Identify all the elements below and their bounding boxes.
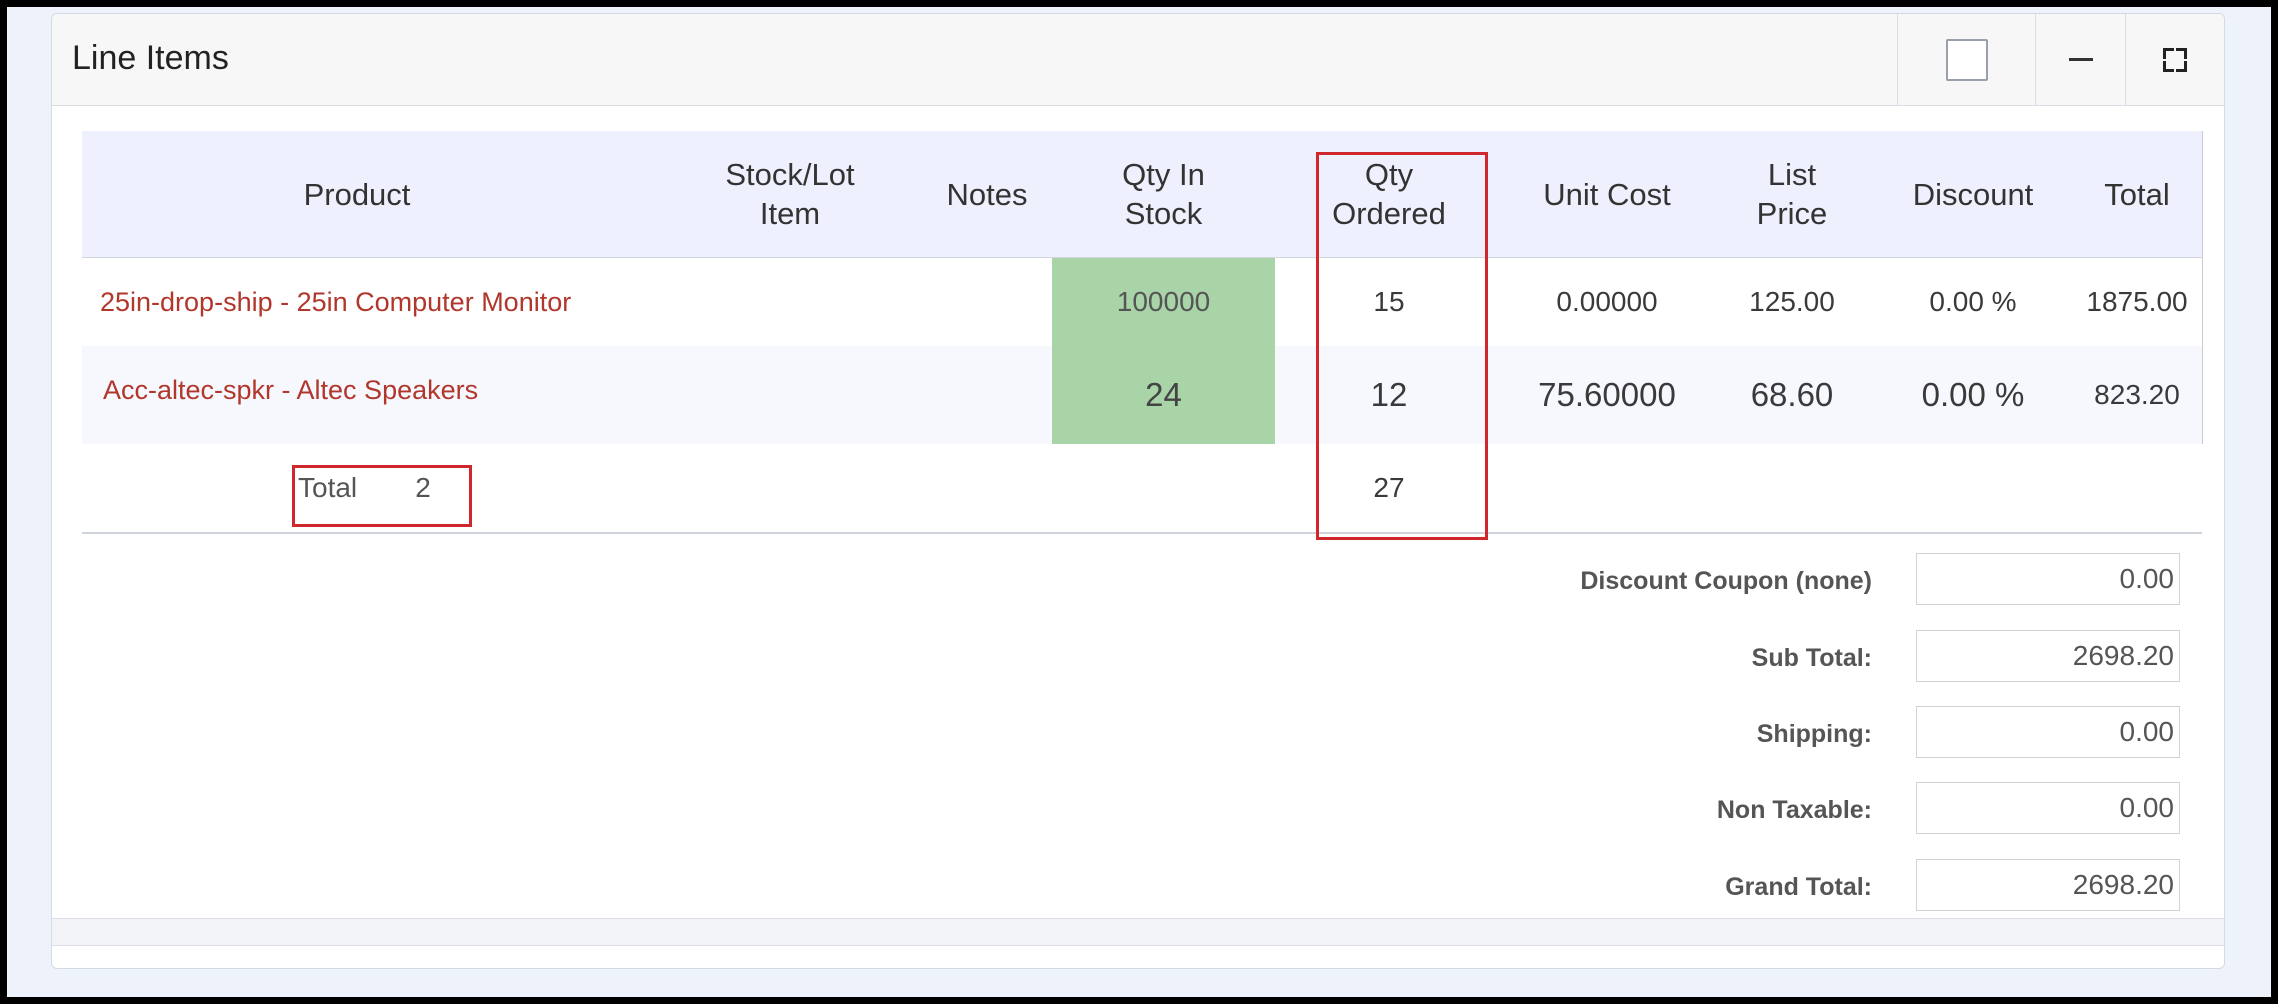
page: Line Items Product Stock/Lot Item Notes …: [7, 7, 2271, 997]
table-row: Acc-altec-spkr - Altec Speakers 24 12 75…: [82, 346, 2203, 444]
line-items-panel: Line Items Product Stock/Lot Item Notes …: [51, 13, 2225, 969]
discount-cell: 0.00 %: [1929, 286, 2017, 317]
select-checkbox[interactable]: [1897, 14, 2036, 105]
discount-cell: 0.00 %: [1921, 376, 2025, 413]
table-divider: [82, 532, 2202, 534]
qty-in-stock-cell: 24: [1052, 346, 1275, 444]
qty-ordered-cell: 15: [1373, 286, 1405, 317]
col-header-stock-lot: Stock/Lot Item: [725, 157, 855, 231]
discount-coupon-label: Discount Coupon (none): [1580, 567, 1872, 595]
col-header-qty-in-stock: Qty In Stock: [1122, 157, 1205, 231]
shipping-label: Shipping:: [1756, 720, 1872, 748]
panel-footer: [52, 918, 2224, 946]
product-link[interactable]: 25in-drop-ship - 25in Computer Monitor: [100, 258, 571, 346]
non-taxable-input[interactable]: [1916, 782, 2180, 834]
list-price-cell: 68.60: [1750, 376, 1834, 413]
totals-count: 2: [415, 472, 431, 503]
col-header-unit-cost: Unit Cost: [1543, 176, 1671, 212]
minimize-icon: [2069, 58, 2093, 61]
unit-cost-cell: 0.00000: [1556, 286, 1658, 317]
grand-total-input[interactable]: [1916, 859, 2180, 911]
discount-coupon-input[interactable]: [1916, 553, 2180, 605]
shipping-input[interactable]: [1916, 706, 2180, 758]
expand-icon: [2163, 47, 2187, 72]
col-header-discount: Discount: [1912, 176, 2034, 212]
qty-in-stock-cell: 100000: [1052, 258, 1275, 346]
totals-row: Total 2 27: [82, 444, 2202, 532]
total-cell: 823.20: [2094, 379, 2180, 410]
sub-total-input[interactable]: [1916, 630, 2180, 682]
totals-qty-ordered: 27: [1373, 472, 1405, 503]
col-header-total: Total: [2104, 176, 2170, 212]
total-cell: 1875.00: [2086, 286, 2188, 317]
table-row: 25in-drop-ship - 25in Computer Monitor 1…: [82, 258, 2203, 346]
sub-total-label: Sub Total:: [1751, 644, 1872, 672]
list-price-cell: 125.00: [1749, 286, 1835, 317]
table-header: Product Stock/Lot Item Notes Qty In Stoc…: [82, 131, 2203, 258]
panel-header: Line Items: [52, 14, 2224, 106]
checkbox-icon: [1946, 38, 1988, 81]
minimize-button[interactable]: [2035, 14, 2126, 105]
unit-cost-cell: 75.60000: [1538, 376, 1676, 413]
product-link[interactable]: Acc-altec-spkr - Altec Speakers: [103, 346, 478, 434]
col-header-list-price: List Price: [1756, 157, 1828, 231]
col-header-product: Product: [303, 176, 411, 212]
grand-total-label: Grand Total:: [1725, 873, 1872, 901]
fullscreen-button[interactable]: [2125, 14, 2224, 105]
qty-ordered-cell: 12: [1370, 376, 1408, 413]
col-header-notes: Notes: [946, 176, 1028, 212]
non-taxable-label: Non Taxable:: [1716, 796, 1872, 824]
totals-label: Total: [298, 472, 358, 503]
panel-title: Line Items: [72, 39, 229, 77]
col-header-qty-ordered: Qty Ordered: [1332, 157, 1446, 231]
